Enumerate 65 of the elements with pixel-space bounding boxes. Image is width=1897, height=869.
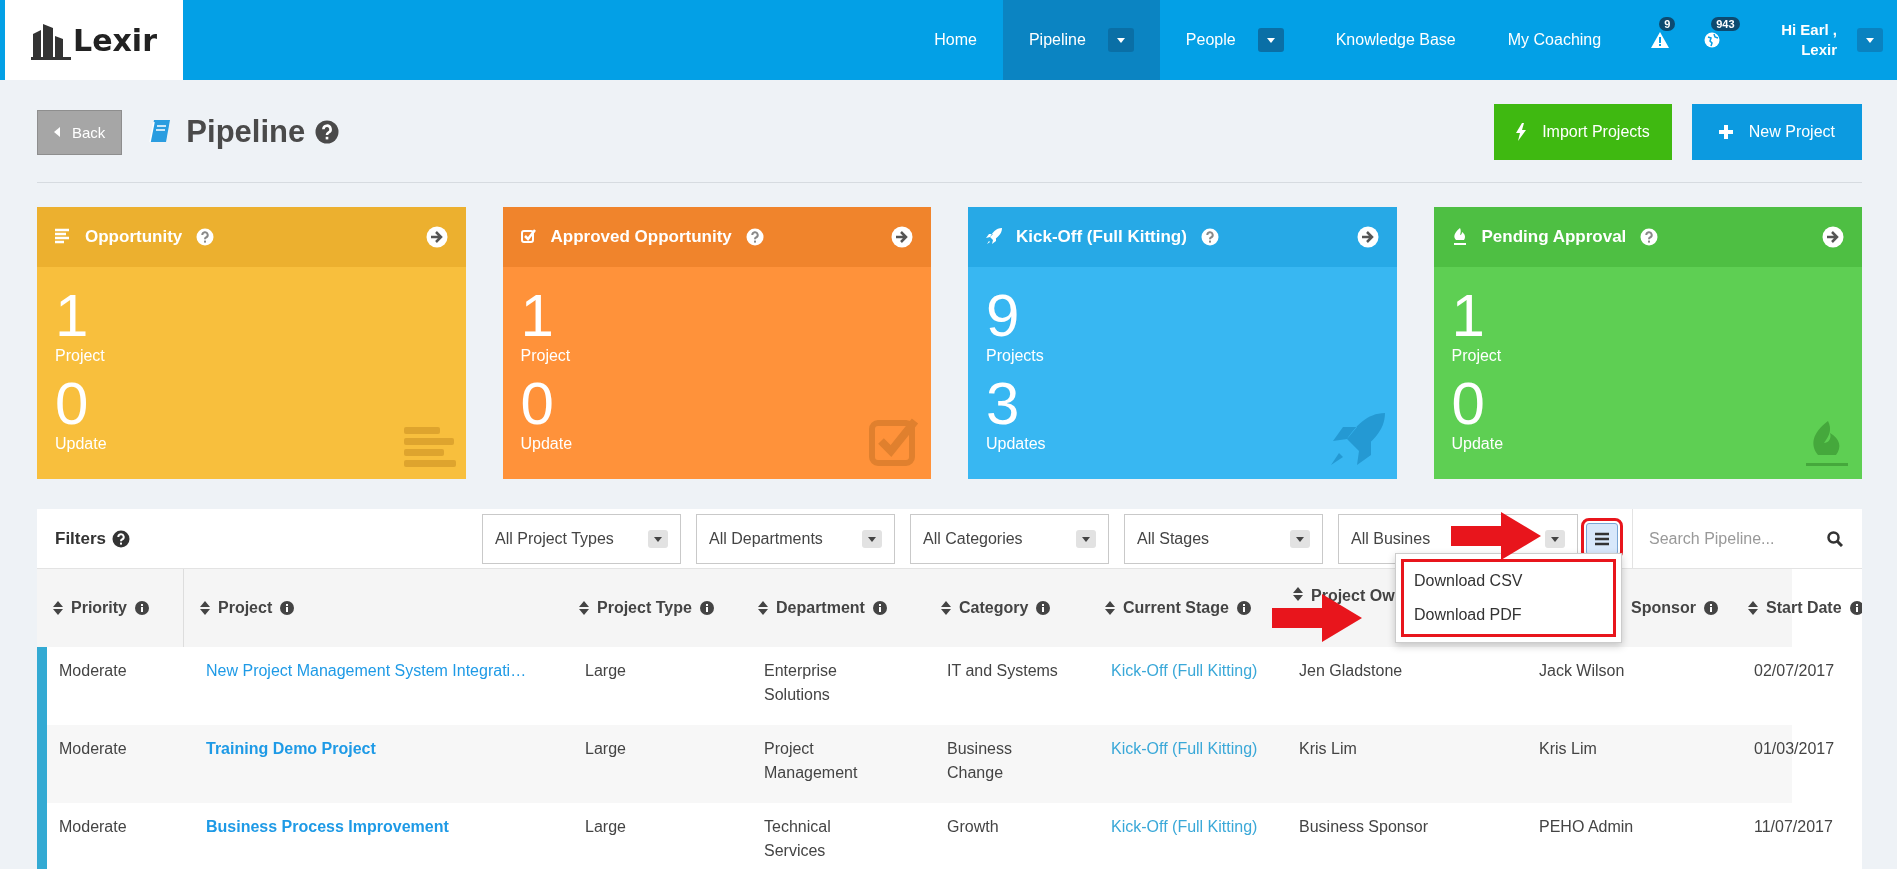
count-label: Projects bbox=[986, 347, 1045, 365]
count-label: Update bbox=[55, 435, 108, 453]
table-cell: 01/03/2017 bbox=[1754, 740, 1835, 757]
filters-label: Filters bbox=[55, 528, 107, 549]
page-title: Pipeline bbox=[186, 114, 306, 150]
count-label: Update bbox=[520, 435, 574, 453]
table-cell: Jen Gladstone bbox=[1299, 662, 1403, 679]
column-header[interactable]: Project Type bbox=[597, 599, 692, 617]
table-cell: Large bbox=[585, 740, 626, 757]
table-cell: IT and Systems bbox=[947, 662, 1058, 679]
logo-text: Lexir bbox=[73, 22, 157, 58]
column-header[interactable]: Category bbox=[959, 599, 1029, 617]
table-cell: Moderate bbox=[59, 740, 127, 757]
card-title: Opportunity bbox=[85, 227, 183, 247]
table-cell: Business Sponsor bbox=[1299, 818, 1428, 835]
project-count: 1 bbox=[520, 285, 555, 347]
update-count: 0 bbox=[1451, 373, 1486, 435]
table-cell: PEHO Admin bbox=[1539, 818, 1634, 835]
update-count: 0 bbox=[55, 373, 90, 435]
table-cell: 02/07/2017 bbox=[1754, 662, 1835, 679]
card-title: Kick-Off (Full Kitting) bbox=[1016, 227, 1187, 247]
user-name: Lexir bbox=[1800, 40, 1837, 60]
project-count: 9 bbox=[986, 285, 1021, 347]
card-title: Pending Approval bbox=[1481, 227, 1627, 247]
table-cell: Jack Wilson bbox=[1539, 662, 1625, 679]
count-badge: 943 bbox=[1711, 17, 1740, 31]
count-label: Updates bbox=[986, 435, 1047, 453]
project-count: 1 bbox=[1451, 285, 1486, 347]
table-cell: Project Management bbox=[764, 740, 858, 781]
menu-item[interactable]: Download CSV bbox=[1404, 564, 1613, 598]
nav-item[interactable]: Pipeline bbox=[1002, 0, 1160, 80]
count-label: Project bbox=[1451, 347, 1503, 365]
count-label: Update bbox=[1451, 435, 1505, 453]
count-label: Project bbox=[520, 347, 572, 365]
project-count: 1 bbox=[55, 285, 90, 347]
filter-dropdown[interactable]: All Stages bbox=[1124, 513, 1323, 564]
filter-dropdown[interactable]: All Departments bbox=[696, 513, 895, 564]
user-greeting: Hi Earl , bbox=[1781, 20, 1837, 40]
update-count: 0 bbox=[520, 373, 555, 435]
column-header[interactable]: Current Stage bbox=[1123, 599, 1229, 617]
column-header[interactable]: Project Ow bbox=[1311, 587, 1395, 605]
table-cell: 11/07/2017 bbox=[1754, 818, 1833, 835]
table-cell: Moderate bbox=[59, 662, 127, 679]
table-cell: Kris Lim bbox=[1539, 740, 1597, 757]
menu-item[interactable]: Download PDF bbox=[1404, 598, 1613, 632]
column-header[interactable]: Priority bbox=[71, 599, 127, 617]
table-cell: Growth bbox=[947, 818, 999, 835]
search-field[interactable]: Search Pipeline... bbox=[1647, 528, 1827, 549]
table-cell: Business Change bbox=[947, 740, 1012, 781]
table-cell: Large bbox=[585, 662, 626, 679]
filter-dropdown[interactable]: All Categories bbox=[910, 513, 1109, 564]
column-header[interactable]: Department bbox=[776, 599, 865, 617]
table-cell: Technical Services bbox=[764, 818, 831, 859]
table-cell: Enterprise Solutions bbox=[764, 662, 837, 703]
card-title: Approved Opportunity bbox=[550, 227, 732, 247]
column-header[interactable]: Sponsor bbox=[1631, 599, 1696, 617]
table-cell: Large bbox=[585, 818, 626, 835]
update-count: 3 bbox=[986, 373, 1021, 435]
table-cell: Kris Lim bbox=[1299, 740, 1357, 757]
column-header[interactable]: Start Date bbox=[1766, 599, 1842, 617]
filter-dropdown[interactable]: All Project Types bbox=[482, 513, 681, 564]
count-label: Project bbox=[55, 347, 106, 365]
table-cell: Moderate bbox=[59, 818, 127, 835]
count-badge: 9 bbox=[1659, 17, 1676, 31]
column-header[interactable]: Project bbox=[218, 599, 273, 617]
